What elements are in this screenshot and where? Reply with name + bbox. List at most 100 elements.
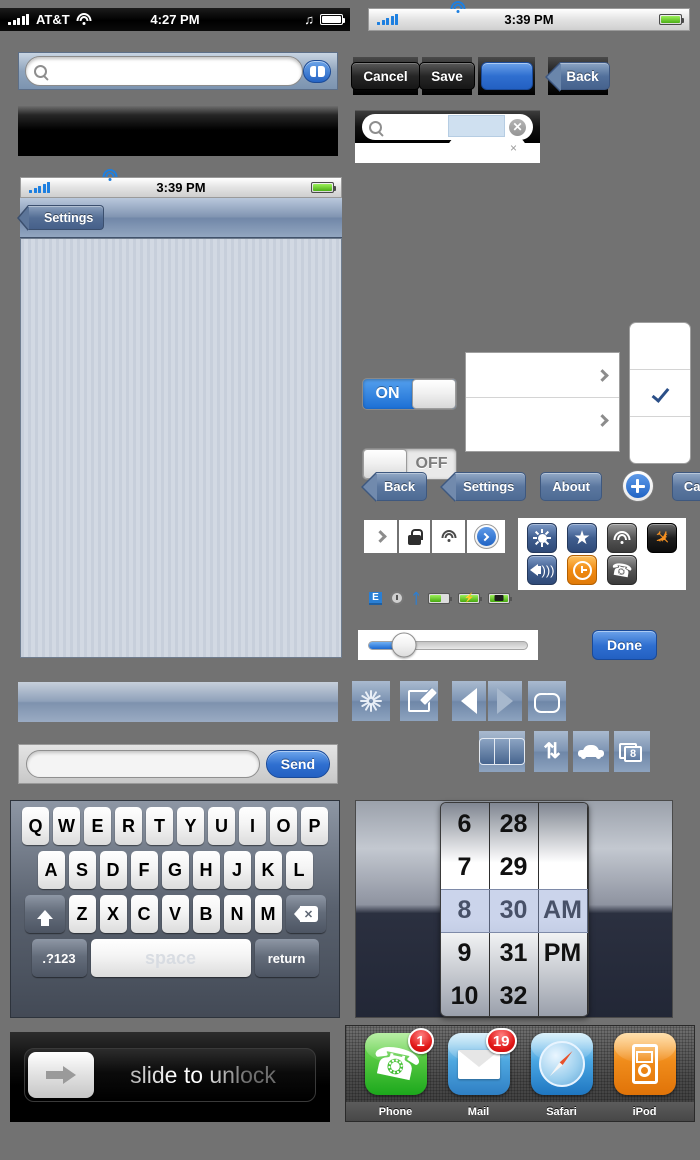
key-b[interactable]: B <box>192 895 220 933</box>
add-button[interactable] <box>621 470 654 502</box>
done-button[interactable]: Done <box>592 630 657 660</box>
accessory-cell-detail[interactable] <box>467 520 505 553</box>
clock-icon[interactable] <box>567 555 597 585</box>
key-m[interactable]: M <box>254 895 282 933</box>
picker-cell-selected[interactable]: 8 <box>441 889 489 932</box>
next-button[interactable] <box>488 681 522 721</box>
brightness-sun-icon[interactable] <box>527 523 557 553</box>
picker-hours-wheel[interactable]: 6 7 8 9 10 <box>440 802 490 1016</box>
picker-cell[interactable] <box>539 803 587 846</box>
slider-track[interactable] <box>368 632 528 658</box>
slide-to-unlock-knob[interactable] <box>28 1052 94 1098</box>
previous-button[interactable] <box>452 681 486 721</box>
slider-knob[interactable] <box>391 632 417 658</box>
key-q[interactable]: Q <box>22 807 49 845</box>
table-view[interactable] <box>20 238 342 658</box>
dock-item-phone[interactable]: ☎ 1 <box>364 1028 434 1095</box>
picker-wheels[interactable]: 6 7 8 9 10 28 29 30 31 32 AM PM <box>439 801 589 1017</box>
save-button[interactable]: Save <box>419 62 475 90</box>
list-item[interactable] <box>630 417 690 463</box>
time-picker[interactable]: 6 7 8 9 10 28 29 30 31 32 AM PM <box>355 800 673 1018</box>
key-h[interactable]: H <box>192 851 220 889</box>
key-u[interactable]: U <box>208 807 235 845</box>
bookmarks-button[interactable] <box>303 59 331 83</box>
picker-cell[interactable]: 9 <box>441 932 489 975</box>
picker-cell[interactable]: 6 <box>441 803 489 846</box>
dock-item-ipod[interactable] <box>613 1033 676 1095</box>
picker-cell[interactable]: 7 <box>441 846 489 889</box>
segmented-control-button[interactable] <box>479 731 525 772</box>
picker-cell[interactable]: 29 <box>490 846 538 889</box>
safari-app-icon[interactable] <box>530 1033 593 1095</box>
picker-minutes-wheel[interactable]: 28 29 30 31 32 <box>489 802 539 1016</box>
table-row[interactable] <box>466 353 619 398</box>
keyboard[interactable]: Q W E R T Y U I O P A S D F G H J K L Z … <box>10 800 340 1018</box>
wifi-icon[interactable] <box>607 523 637 553</box>
numeric-key[interactable]: .?123 <box>31 939 87 977</box>
picker-cell[interactable] <box>539 846 587 889</box>
key-j[interactable]: J <box>223 851 251 889</box>
switch-knob[interactable] <box>412 379 456 409</box>
key-y[interactable]: Y <box>177 807 204 845</box>
clear-circle-x-icon[interactable]: ✕ <box>509 118 526 136</box>
key-t[interactable]: T <box>146 807 173 845</box>
table-row[interactable] <box>466 398 619 443</box>
spinner-button[interactable] <box>352 681 390 721</box>
key-n[interactable]: N <box>223 895 251 933</box>
accessory-cell-chevron[interactable] <box>364 520 397 553</box>
list-item-selected[interactable] <box>630 370 690 417</box>
picker-cell[interactable]: PM <box>539 932 587 975</box>
delete-key[interactable]: ✕ <box>285 895 326 933</box>
key-e[interactable]: E <box>84 807 111 845</box>
key-o[interactable]: O <box>270 807 297 845</box>
key-p[interactable]: P <box>301 807 328 845</box>
back-button[interactable]: Back <box>545 62 610 92</box>
picker-meridiem-wheel[interactable]: AM PM <box>538 802 588 1016</box>
key-i[interactable]: I <box>239 807 266 845</box>
dock-item-mail[interactable]: 19 <box>447 1028 517 1095</box>
cancel-button[interactable]: Cancel <box>351 62 420 90</box>
compose-button[interactable] <box>400 681 438 721</box>
volume-speaker-icon[interactable]: ))) <box>527 555 557 585</box>
car-button[interactable] <box>573 731 609 772</box>
back-nav-button[interactable]: Back <box>360 471 428 502</box>
picker-cell[interactable]: 10 <box>441 975 489 1016</box>
key-a[interactable]: A <box>37 851 65 889</box>
phone-icon[interactable]: ☎ <box>607 555 637 585</box>
picker-cell[interactable]: 31 <box>490 932 538 975</box>
key-c[interactable]: C <box>130 895 158 933</box>
cancel-nav-button[interactable]: Cancel <box>671 471 700 501</box>
slide-to-unlock-track[interactable]: slide to unlock <box>24 1048 316 1102</box>
settings-nav-button[interactable]: Settings <box>440 471 527 502</box>
space-key[interactable]: space <box>90 939 251 977</box>
shift-key[interactable] <box>24 895 65 933</box>
dock-item-safari[interactable] <box>530 1033 593 1095</box>
plain-blue-button[interactable] <box>480 62 533 90</box>
ipod-app-icon[interactable] <box>613 1033 676 1095</box>
return-key[interactable]: return <box>254 939 319 977</box>
key-x[interactable]: X <box>99 895 127 933</box>
key-k[interactable]: K <box>254 851 282 889</box>
search-text[interactable] <box>53 63 294 79</box>
message-input[interactable] <box>26 750 260 778</box>
bookmarks-button-2[interactable] <box>528 681 566 721</box>
key-d[interactable]: D <box>99 851 127 889</box>
list-item[interactable] <box>630 323 690 370</box>
slider-container[interactable] <box>358 630 538 660</box>
back-button-settings[interactable]: Settings <box>16 205 105 231</box>
key-z[interactable]: Z <box>68 895 96 933</box>
sort-button[interactable]: ⇅ <box>534 731 568 772</box>
key-l[interactable]: L <box>285 851 313 889</box>
picker-cell[interactable]: 32 <box>490 975 538 1016</box>
key-v[interactable]: V <box>161 895 189 933</box>
key-w[interactable]: W <box>53 807 80 845</box>
pages-button[interactable]: 8 <box>614 731 650 772</box>
key-s[interactable]: S <box>68 851 96 889</box>
search-input[interactable] <box>25 56 303 86</box>
airplane-mode-icon[interactable]: ✈ <box>647 523 677 553</box>
switch-on[interactable]: ON <box>362 378 457 410</box>
about-button[interactable]: About <box>540 471 602 501</box>
picker-cell[interactable] <box>539 975 587 1016</box>
key-g[interactable]: G <box>161 851 189 889</box>
star-icon[interactable]: ★ <box>567 523 597 553</box>
